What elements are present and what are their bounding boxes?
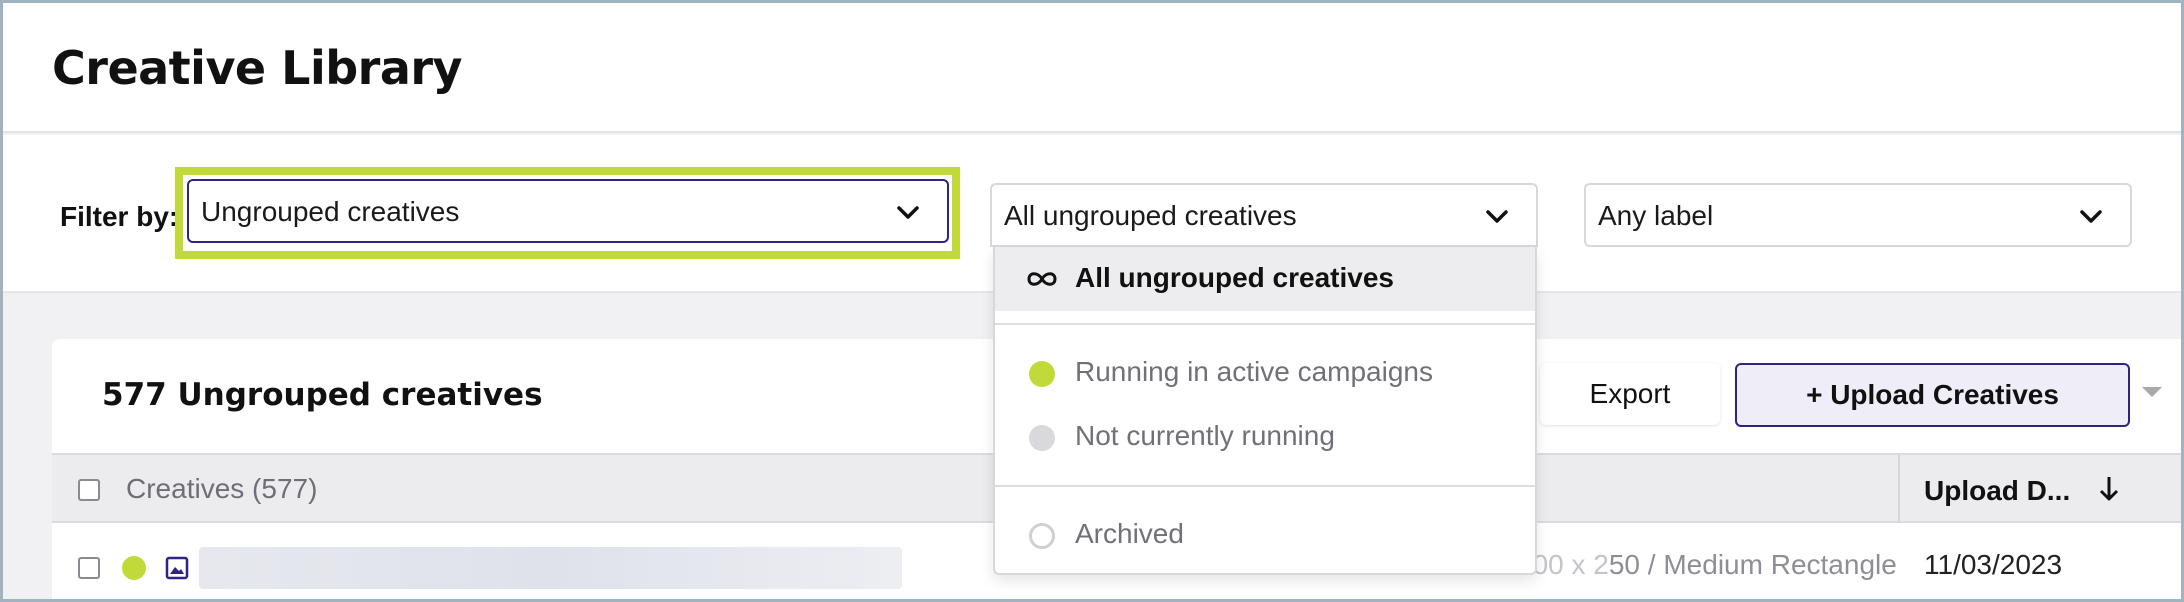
infinity-icon (1027, 272, 1057, 286)
caret-down-icon[interactable] (2142, 387, 2162, 397)
export-button[interactable]: Export (1540, 363, 1720, 425)
app-frame: Creative Library Filter by: Ungrouped cr… (3, 3, 2181, 599)
chevron-down-icon (1486, 210, 1508, 223)
creative-name-placeholder (199, 547, 902, 589)
image-icon (165, 556, 189, 580)
green-dot-icon (1029, 361, 1055, 387)
status-filter-value: All ungrouped creatives (1004, 200, 1297, 231)
group-filter-select[interactable]: Ungrouped creatives (187, 179, 949, 243)
menu-item-all-ungrouped[interactable]: All ungrouped creatives (995, 247, 1535, 311)
upload-creatives-button[interactable]: + Upload Creatives (1735, 363, 2130, 427)
column-divider (1898, 455, 1900, 525)
upload-date: 11/03/2023 (1924, 549, 2063, 580)
row-checkbox[interactable] (78, 557, 100, 579)
status-filter-select[interactable]: All ungrouped creatives (990, 183, 1538, 247)
creative-size: 300 x 250 / Medium Rectangle (1517, 549, 1897, 581)
menu-divider (995, 485, 1535, 487)
sort-down-arrow-icon[interactable] (2097, 473, 2121, 503)
menu-item-label: Archived (1075, 518, 1184, 549)
label-filter-value: Any label (1598, 200, 1714, 231)
status-dropdown-menu: All ungrouped creatives Running in activ… (993, 247, 1537, 575)
column-header-creatives[interactable]: Creatives (577) (126, 473, 317, 505)
menu-item-running[interactable]: Running in active campaigns (995, 341, 1535, 405)
status-dot (122, 556, 146, 580)
column-header-upload-date[interactable]: Upload D... (1924, 475, 2070, 507)
creatives-count-title: 577 Ungrouped creatives (102, 377, 543, 413)
select-all-checkbox[interactable] (78, 479, 100, 501)
menu-divider (995, 323, 1535, 325)
menu-item-archived[interactable]: Archived (995, 503, 1535, 567)
page-title: Creative Library (52, 41, 463, 95)
menu-item-label: Not currently running (1075, 420, 1335, 451)
empty-circle-icon (1029, 523, 1055, 549)
chevron-down-icon (897, 206, 919, 219)
size-label: / Medium Rectangle (1647, 549, 1897, 580)
label-filter-select[interactable]: Any label (1584, 183, 2132, 247)
chevron-down-icon (2080, 210, 2102, 223)
menu-item-label: Running in active campaigns (1075, 356, 1433, 387)
group-filter-value: Ungrouped creatives (201, 196, 460, 227)
size-visible: 50 (1608, 549, 1641, 580)
page-header: Creative Library (3, 3, 2181, 133)
menu-item-label: All ungrouped creatives (1075, 262, 1394, 293)
menu-item-not-running[interactable]: Not currently running (995, 405, 1535, 469)
filter-label: Filter by: (60, 201, 179, 232)
gray-dot-icon (1029, 425, 1055, 451)
